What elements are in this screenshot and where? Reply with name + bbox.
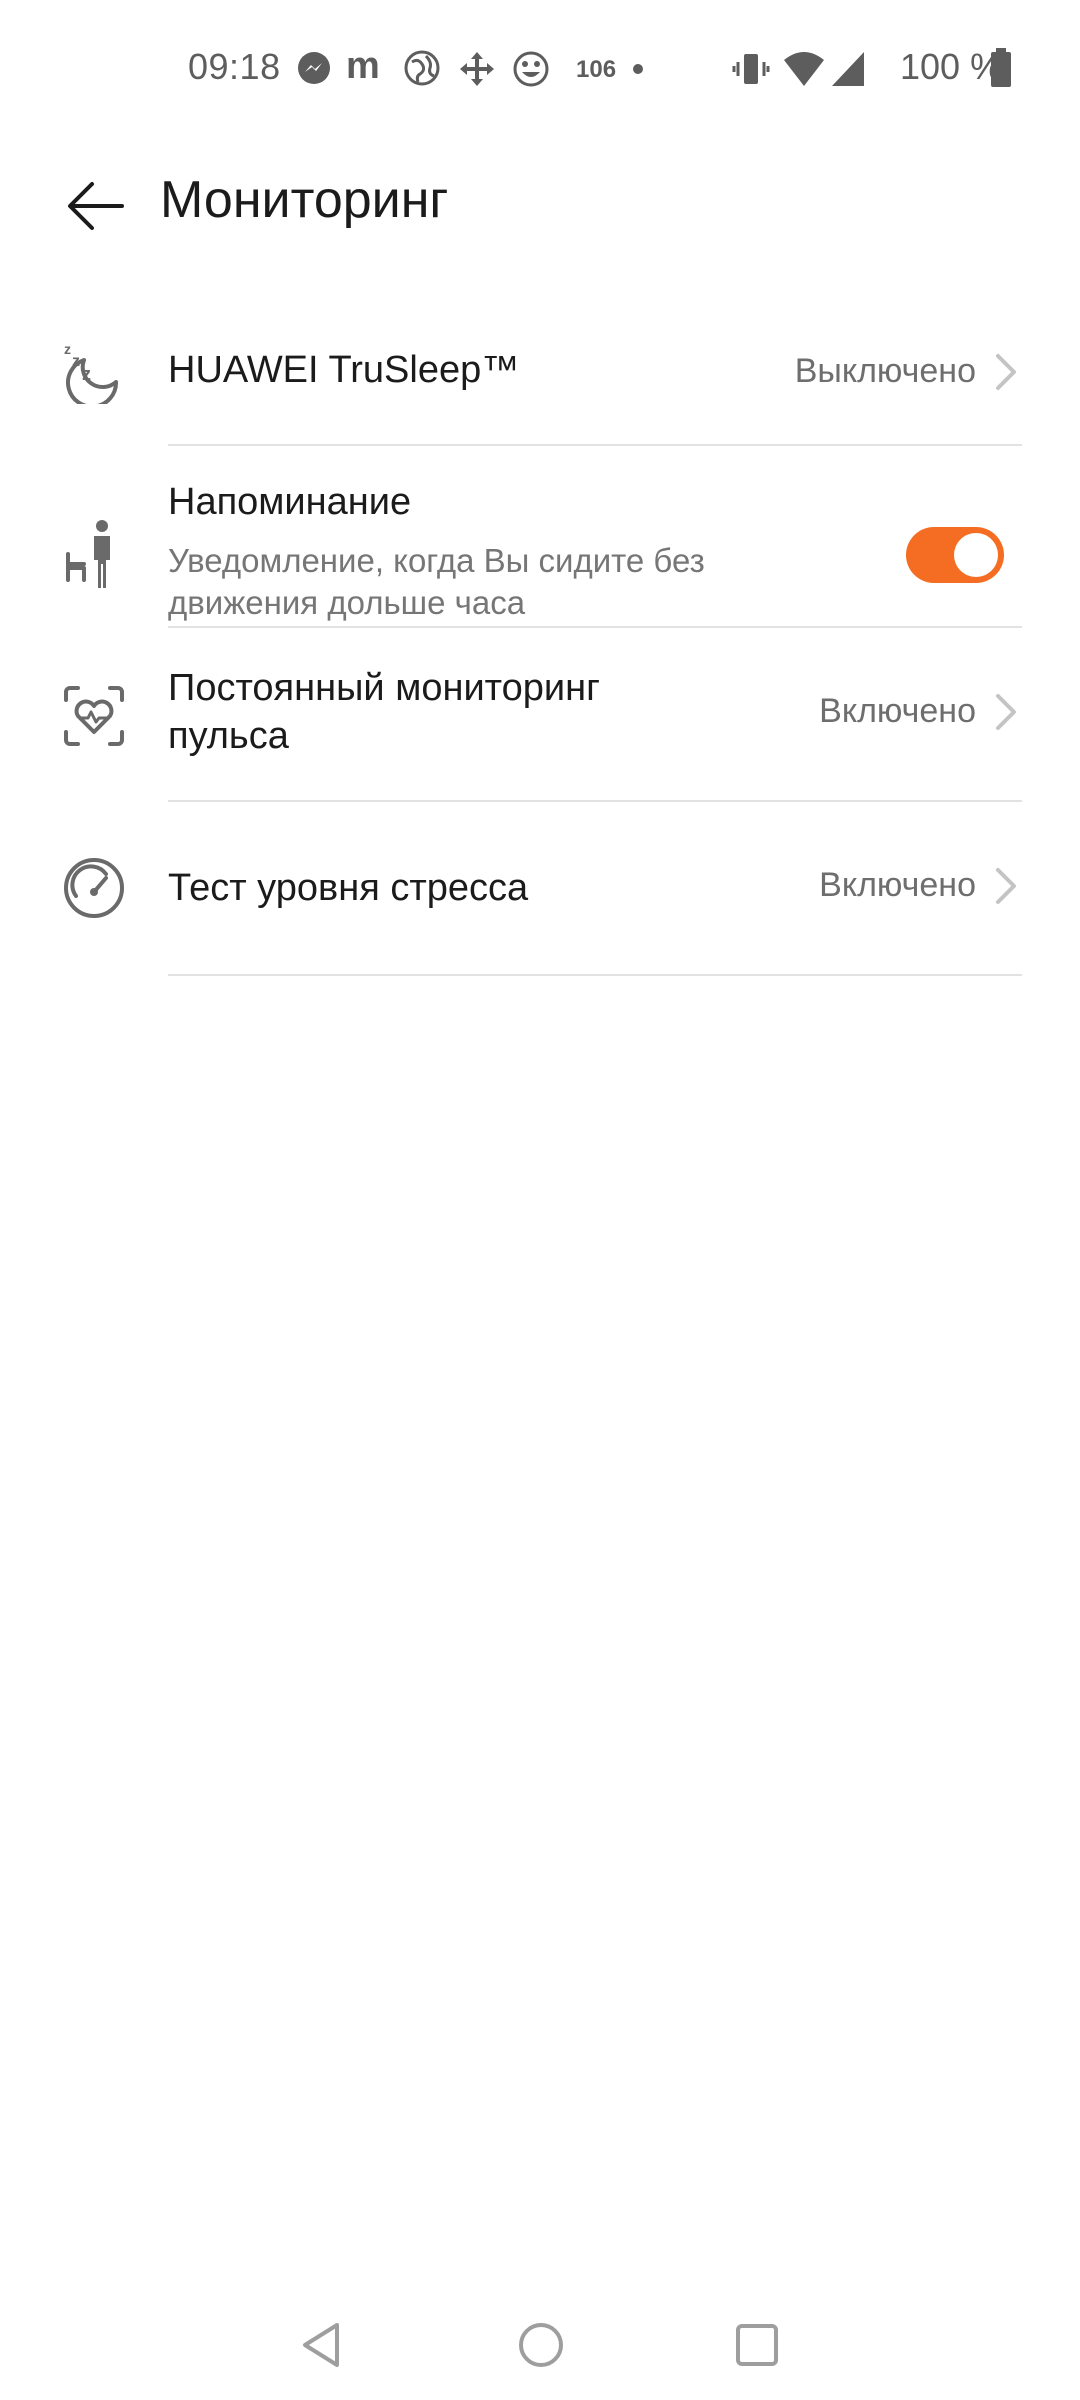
setting-title: Напоминание xyxy=(168,481,412,523)
page-title: Мониторинг xyxy=(160,171,449,229)
nav-back-button[interactable] xyxy=(286,2310,356,2380)
back-button[interactable] xyxy=(56,166,136,246)
setting-row-reminder: Напоминание Уведомление, когда Вы сидите… xyxy=(0,446,1080,628)
nav-home-button[interactable] xyxy=(506,2310,576,2380)
setting-title: Тест уровня стресса xyxy=(168,867,529,909)
nav-back-icon xyxy=(303,2323,339,2367)
setting-title: HUAWEI TruSleep™ xyxy=(168,349,520,391)
divider xyxy=(168,974,1022,976)
setting-value: Включено xyxy=(819,692,976,730)
svg-text:z: z xyxy=(72,353,80,370)
nav-recents-button[interactable] xyxy=(722,2310,792,2380)
svg-text:z: z xyxy=(82,364,91,384)
reminder-toggle[interactable] xyxy=(906,527,1004,583)
heart-monitor-icon xyxy=(58,680,130,752)
messenger-icon xyxy=(296,50,332,91)
gauge-icon xyxy=(58,852,130,924)
status-bar: 09:18 m 106 100 % xyxy=(0,0,1080,140)
setting-row-stress[interactable]: Тест уровня стресса Включено xyxy=(0,802,1080,976)
setting-value: Включено xyxy=(819,866,976,904)
sleep-icon: z z z xyxy=(58,336,130,408)
battery-percent: 100 % xyxy=(900,46,1003,87)
svg-text:z: z xyxy=(64,341,71,357)
person-chair-icon xyxy=(58,518,130,590)
signal-icon xyxy=(830,50,866,93)
app-bar: Мониторинг xyxy=(0,140,1080,260)
screen: 09:18 m 106 100 % Мониторинг z z z HUAWE… xyxy=(0,0,1080,2400)
nav-recents-icon xyxy=(736,2324,778,2366)
svg-text:m: m xyxy=(346,48,380,84)
navigation-bar xyxy=(0,2290,1080,2400)
chevron-right-icon xyxy=(996,354,1016,390)
toggle-knob xyxy=(954,533,998,577)
chevron-right-icon xyxy=(996,868,1016,904)
status-time: 09:18 xyxy=(188,46,281,87)
m-app-icon: m xyxy=(346,45,390,89)
dot-icon xyxy=(632,62,644,80)
notification-count: 106 xyxy=(576,56,617,83)
nav-home-icon xyxy=(519,2323,563,2367)
setting-title: Постоянный мониторинг пульса xyxy=(168,667,600,757)
battery-icon xyxy=(990,48,1012,93)
setting-row-trusleep[interactable]: z z z HUAWEI TruSleep™ Выключено xyxy=(0,300,1080,446)
globe-icon xyxy=(404,50,440,91)
move-icon xyxy=(458,50,496,93)
emoji-icon xyxy=(512,50,550,93)
setting-subtitle: Уведомление, когда Вы сидите без движени… xyxy=(168,542,705,621)
wifi-icon xyxy=(782,50,826,93)
vibrate-icon xyxy=(732,50,770,93)
arrow-left-icon xyxy=(68,182,124,230)
chevron-right-icon xyxy=(996,694,1016,730)
setting-row-heart-rate[interactable]: Постоянный мониторинг пульса Включено xyxy=(0,628,1080,802)
setting-value: Выключено xyxy=(794,352,976,390)
